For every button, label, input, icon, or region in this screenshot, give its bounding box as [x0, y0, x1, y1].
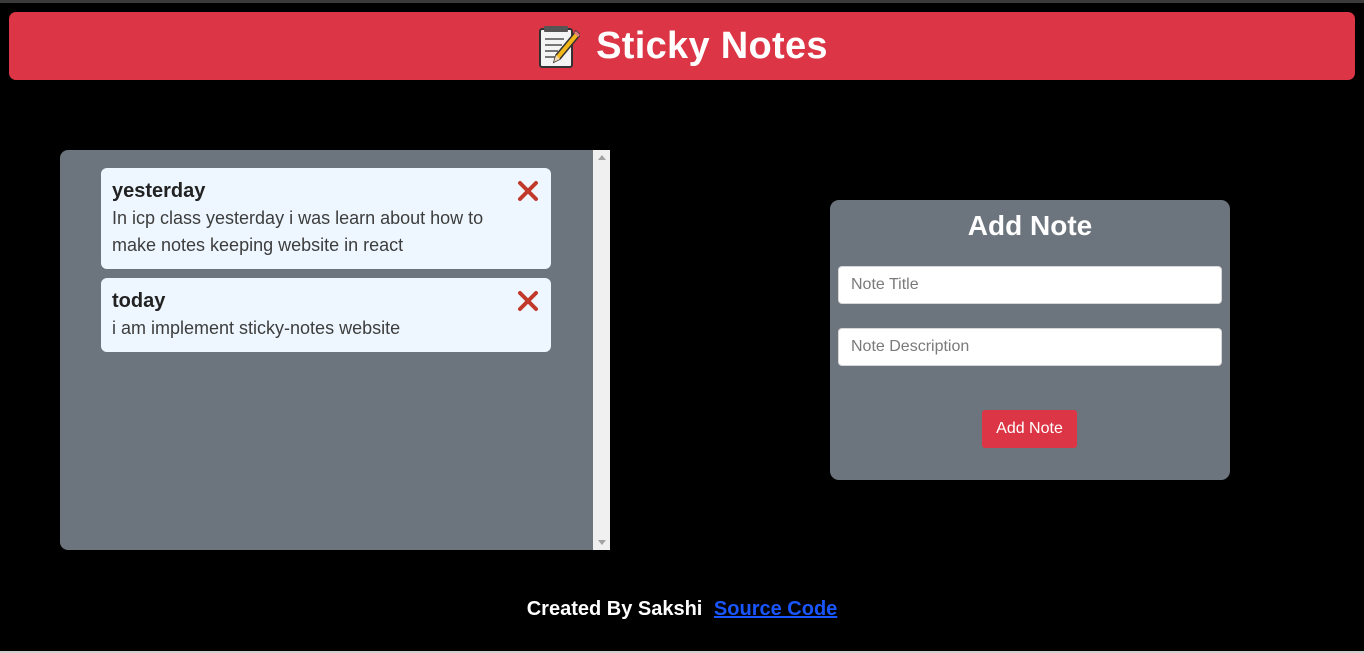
note-title-input[interactable] [838, 266, 1222, 304]
app-header: Sticky Notes [9, 12, 1355, 80]
delete-note-button[interactable] [517, 290, 539, 312]
note-description-input[interactable] [838, 328, 1222, 366]
page-footer: Created By Sakshi Source Code [0, 598, 1364, 621]
add-note-button[interactable]: Add Note [982, 410, 1077, 448]
add-note-heading: Add Note [967, 210, 1093, 241]
window-top-strip [0, 0, 1364, 3]
note-card: yesterday In icp class yesterday i was l… [101, 168, 551, 269]
source-code-link[interactable]: Source Code [714, 598, 837, 620]
cross-icon [518, 291, 538, 311]
note-description: i am implement sticky-notes website [112, 318, 401, 338]
scroll-up-arrow-icon[interactable] [598, 155, 606, 160]
note-description: In icp class yesterday i was learn about… [112, 208, 484, 255]
notes-list-panel[interactable]: yesterday In icp class yesterday i was l… [60, 150, 610, 550]
page-title: Sticky Notes [596, 24, 828, 67]
note-title: yesterday [112, 180, 206, 202]
scroll-down-arrow-icon[interactable] [598, 540, 606, 545]
memo-icon [536, 25, 582, 69]
notes-scrollbar[interactable] [593, 150, 610, 550]
delete-note-button[interactable] [517, 180, 539, 202]
footer-credit: Created By Sakshi [526, 598, 703, 620]
add-note-panel: Add Note Add Note [830, 200, 1230, 480]
cross-icon [518, 181, 538, 201]
note-card: today i am implement sticky-notes websit… [101, 278, 551, 352]
note-title: today [112, 290, 166, 312]
